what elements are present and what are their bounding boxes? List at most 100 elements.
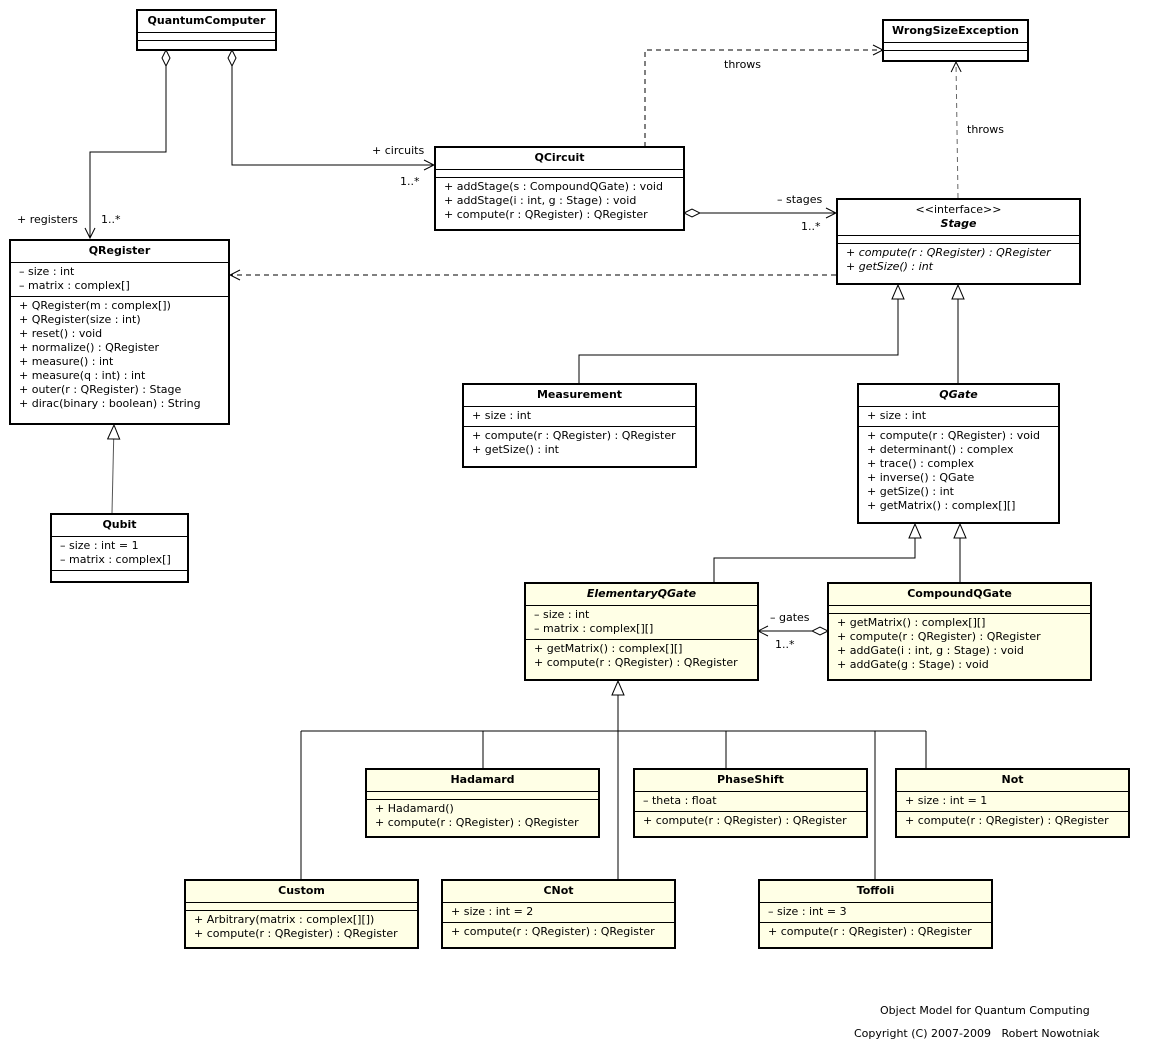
gates-role-label: – gates <box>770 611 810 624</box>
class-wrong-size-exception[interactable]: WrongSizeException <box>882 19 1029 62</box>
attributes-section <box>138 32 275 40</box>
registers-role-label: + registers <box>17 213 78 226</box>
operation: + addStage(s : CompoundQGate) : void <box>444 180 663 193</box>
operation: + measure(q : int) : int <box>19 369 146 382</box>
attributes-section <box>436 169 683 177</box>
class-elementary-qgate[interactable]: ElementaryQGate – size : int – matrix : … <box>524 582 759 681</box>
class-name: Stage <box>940 217 977 230</box>
attributes-section <box>186 902 417 910</box>
circuits-multiplicity-label: 1..* <box>400 175 420 188</box>
throws-stage-label: throws <box>967 123 1005 136</box>
operations-section <box>52 570 187 578</box>
class-name: QuantumComputer <box>147 14 266 27</box>
class-name: ElementaryQGate <box>586 587 697 600</box>
class-qubit[interactable]: Qubit – size : int = 1 – matrix : comple… <box>50 513 189 583</box>
operations-section: + compute(r : QRegister) : QRegister + g… <box>464 426 695 460</box>
class-name: Qubit <box>102 518 137 531</box>
attribute: + size : int = 2 <box>451 905 534 918</box>
operation: + getMatrix() : complex[][] <box>534 642 683 655</box>
gates-multiplicity-label: 1..* <box>775 638 795 651</box>
operation: + getSize() : int <box>867 485 954 498</box>
class-name: QCircuit <box>534 151 585 164</box>
operation: + compute(r : QRegister) : QRegister <box>846 246 1051 259</box>
attributes-section: – size : int – matrix : complex[][] <box>526 605 757 639</box>
operation: + compute(r : QRegister) : QRegister <box>444 208 648 221</box>
class-toffoli[interactable]: Toffoli – size : int = 3 + compute(r : Q… <box>758 879 993 949</box>
class-qgate[interactable]: QGate + size : int + compute(r : QRegist… <box>857 383 1060 524</box>
operation: + QRegister(m : complex[]) <box>19 299 171 312</box>
stages-multiplicity-label: 1..* <box>801 220 821 233</box>
class-qcircuit[interactable]: QCircuit + addStage(s : CompoundQGate) :… <box>434 146 685 231</box>
attributes-section <box>884 42 1027 50</box>
operation: + outer(r : QRegister) : Stage <box>19 383 182 396</box>
operation: + determinant() : complex <box>867 443 1014 456</box>
class-phaseshift[interactable]: PhaseShift – theta : float + compute(r :… <box>633 768 868 838</box>
operation: + QRegister(size : int) <box>19 313 141 326</box>
operation: + Hadamard() <box>375 802 454 815</box>
attributes-section: + size : int = 1 <box>897 791 1128 811</box>
operation: + addGate(i : int, g : Stage) : void <box>837 644 1024 657</box>
attributes-section: – size : int = 3 <box>760 902 991 922</box>
attribute: – matrix : complex[] <box>19 279 130 292</box>
operation: + trace() : complex <box>867 457 975 470</box>
operations-section: + QRegister(m : complex[]) + QRegister(s… <box>11 296 228 414</box>
attributes-section: + size : int <box>859 406 1058 426</box>
attribute: – size : int <box>534 608 590 621</box>
operation: + addGate(g : Stage) : void <box>837 658 989 671</box>
attributes-section <box>829 605 1090 613</box>
operation: + getSize() : int <box>846 260 933 273</box>
operations-section: + getMatrix() : complex[][] + compute(r … <box>829 613 1090 675</box>
operations-section: + compute(r : QRegister) : QRegister <box>897 811 1128 831</box>
operation: + compute(r : QRegister) : QRegister <box>905 814 1109 827</box>
class-not[interactable]: Not + size : int = 1 + compute(r : QRegi… <box>895 768 1130 838</box>
dep-throws-stage <box>956 62 958 199</box>
class-name: PhaseShift <box>717 773 784 786</box>
attributes-section: + size : int = 2 <box>443 902 674 922</box>
class-name: CNot <box>543 884 574 897</box>
operation: + compute(r : QRegister) : QRegister <box>643 814 847 827</box>
class-custom[interactable]: Custom + Arbitrary(matrix : complex[][])… <box>184 879 419 949</box>
class-qregister[interactable]: QRegister – size : int – matrix : comple… <box>9 239 230 425</box>
attribute: – size : int = 1 <box>60 539 139 552</box>
class-name: QGate <box>939 388 978 401</box>
assoc-registers <box>90 50 166 238</box>
operation: + compute(r : QRegister) : void <box>867 429 1040 442</box>
dep-throws-circuit <box>644 50 883 147</box>
diagram-copyright: Copyright (C) 2007-2009 Robert Nowotniak <box>854 1027 1100 1040</box>
class-compound-qgate[interactable]: CompoundQGate + getMatrix() : complex[][… <box>827 582 1092 681</box>
throws-circuit-label: throws <box>724 58 762 71</box>
class-hadamard[interactable]: Hadamard + Hadamard() + compute(r : QReg… <box>365 768 600 838</box>
class-name: WrongSizeException <box>891 24 1020 37</box>
operations-section: + compute(r : QRegister) : QRegister + g… <box>838 243 1079 277</box>
operations-section: + Hadamard() + compute(r : QRegister) : … <box>367 799 598 833</box>
operations-section: + compute(r : QRegister) : QRegister <box>635 811 866 831</box>
operation: + addStage(i : int, g : Stage) : void <box>444 194 637 207</box>
operations-section <box>138 40 275 48</box>
attribute: – matrix : complex[][] <box>534 622 654 635</box>
class-name: Toffoli <box>856 884 895 897</box>
attribute: + size : int = 1 <box>905 794 988 807</box>
operation: + normalize() : QRegister <box>19 341 160 354</box>
class-name-block: <<interface>> Stage <box>838 200 1079 235</box>
operations-section: + addStage(s : CompoundQGate) : void + a… <box>436 177 683 225</box>
class-measurement[interactable]: Measurement + size : int + compute(r : Q… <box>462 383 697 468</box>
attributes-section <box>367 791 598 799</box>
operation: + measure() : int <box>19 355 114 368</box>
attributes-section <box>838 235 1079 243</box>
attributes-section: – size : int = 1 – matrix : complex[] <box>52 536 187 570</box>
class-cnot[interactable]: CNot + size : int = 2 + compute(r : QReg… <box>441 879 676 949</box>
gen-measurement-stage <box>578 285 898 383</box>
class-stage-interface[interactable]: <<interface>> Stage + compute(r : QRegis… <box>836 198 1081 285</box>
operation: + compute(r : QRegister) : QRegister <box>472 429 676 442</box>
gen-elementary-qgate <box>713 524 915 582</box>
operation: + inverse() : QGate <box>867 471 975 484</box>
class-quantum-computer[interactable]: QuantumComputer <box>136 9 277 51</box>
operation: + getMatrix() : complex[][] <box>837 616 986 629</box>
operations-section: + compute(r : QRegister) : QRegister <box>760 922 991 942</box>
diagram-title: Object Model for Quantum Computing <box>880 1004 1090 1017</box>
attribute: – matrix : complex[] <box>60 553 171 566</box>
attribute: – size : int = 3 <box>768 905 847 918</box>
attribute: – size : int <box>19 265 75 278</box>
attributes-section: – size : int – matrix : complex[] <box>11 262 228 296</box>
operations-section: + compute(r : QRegister) : void + determ… <box>859 426 1058 516</box>
